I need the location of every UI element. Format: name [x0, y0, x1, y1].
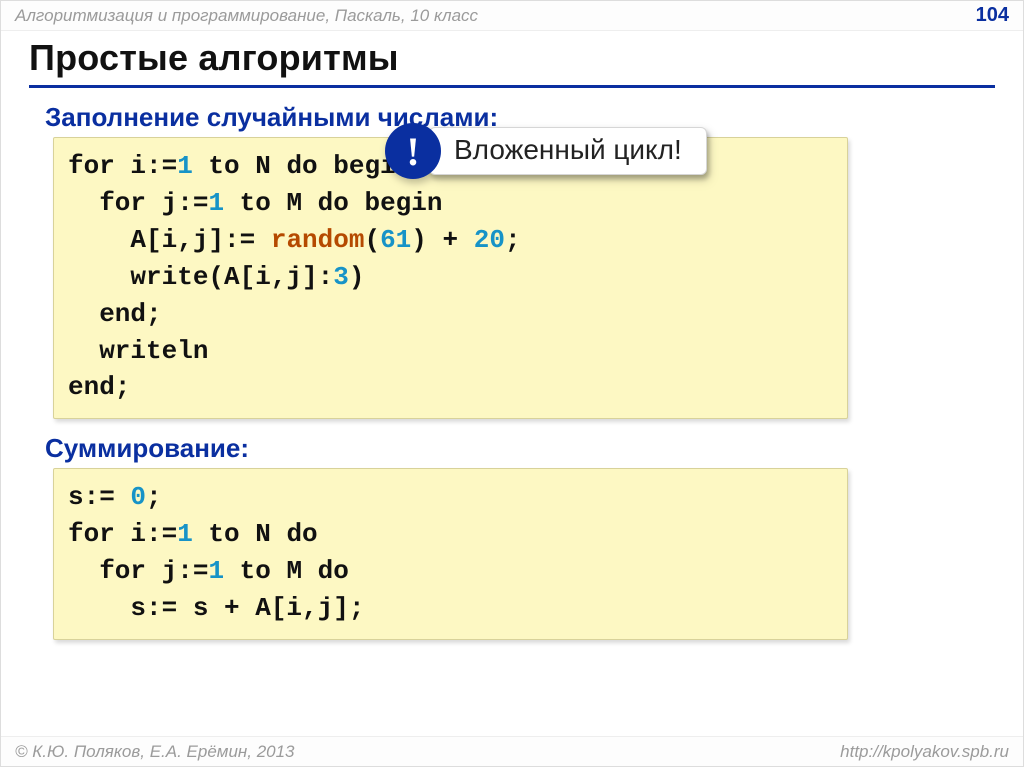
- content: Заполнение случайными числами: for i:=1 …: [1, 88, 1023, 640]
- top-bar: Алгоритмизация и программирование, Паска…: [1, 1, 1023, 31]
- code-token: ;: [505, 225, 521, 255]
- footer: © К.Ю. Поляков, Е.А. Ерёмин, 2013 http:/…: [1, 736, 1023, 766]
- code-token: random: [271, 225, 365, 255]
- code-token: for j:=: [68, 556, 208, 586]
- code-token: writeln: [68, 336, 208, 366]
- code-token: write(A[i,j]:: [68, 262, 333, 292]
- code-token: 1: [177, 151, 193, 181]
- code-token: ) +: [411, 225, 473, 255]
- page-number: 104: [976, 4, 1009, 27]
- code-token: 61: [380, 225, 411, 255]
- code-2: s:= 0; for i:=1 to N do for j:=1 to M do…: [68, 479, 833, 627]
- code-token: 1: [208, 188, 224, 218]
- code-block-1: for i:=1 to N do begin for j:=1 to M do …: [53, 137, 848, 419]
- code-token: s:=: [68, 482, 130, 512]
- code-token: ): [349, 262, 365, 292]
- callout: ! Вложенный цикл!: [385, 123, 707, 179]
- code-token: to N do begin: [193, 151, 411, 181]
- code-token: to N do: [193, 519, 318, 549]
- code-block-2: s:= 0; for i:=1 to N do for j:=1 to M do…: [53, 468, 848, 640]
- code-token: to M do begin: [224, 188, 442, 218]
- code-token: end;: [68, 299, 162, 329]
- code-token: (: [364, 225, 380, 255]
- code-token: end;: [68, 372, 130, 402]
- code-token: to M do: [224, 556, 349, 586]
- section2-heading: Суммирование:: [45, 433, 995, 464]
- code-token: for i:=: [68, 519, 177, 549]
- code-token: for i:=: [68, 151, 177, 181]
- title-wrap: Простые алгоритмы: [1, 31, 1023, 88]
- code-token: s:= s + A[i,j];: [68, 593, 364, 623]
- code-1: for i:=1 to N do begin for j:=1 to M do …: [68, 148, 833, 406]
- code-token: for j:=: [68, 188, 208, 218]
- page-title: Простые алгоритмы: [29, 37, 995, 88]
- footer-url: http://kpolyakov.spb.ru: [840, 742, 1009, 762]
- code-token: 1: [177, 519, 193, 549]
- breadcrumb: Алгоритмизация и программирование, Паска…: [15, 6, 478, 26]
- code-token: 1: [208, 556, 224, 586]
- code-token: 20: [474, 225, 505, 255]
- code-token: ;: [146, 482, 162, 512]
- code-token: 0: [130, 482, 146, 512]
- code-token: 3: [333, 262, 349, 292]
- callout-text: Вложенный цикл!: [429, 127, 707, 175]
- exclamation-icon: !: [385, 123, 441, 179]
- slide: Алгоритмизация и программирование, Паска…: [0, 0, 1024, 767]
- copyright: © К.Ю. Поляков, Е.А. Ерёмин, 2013: [15, 742, 295, 762]
- code-token: A[i,j]:=: [68, 225, 271, 255]
